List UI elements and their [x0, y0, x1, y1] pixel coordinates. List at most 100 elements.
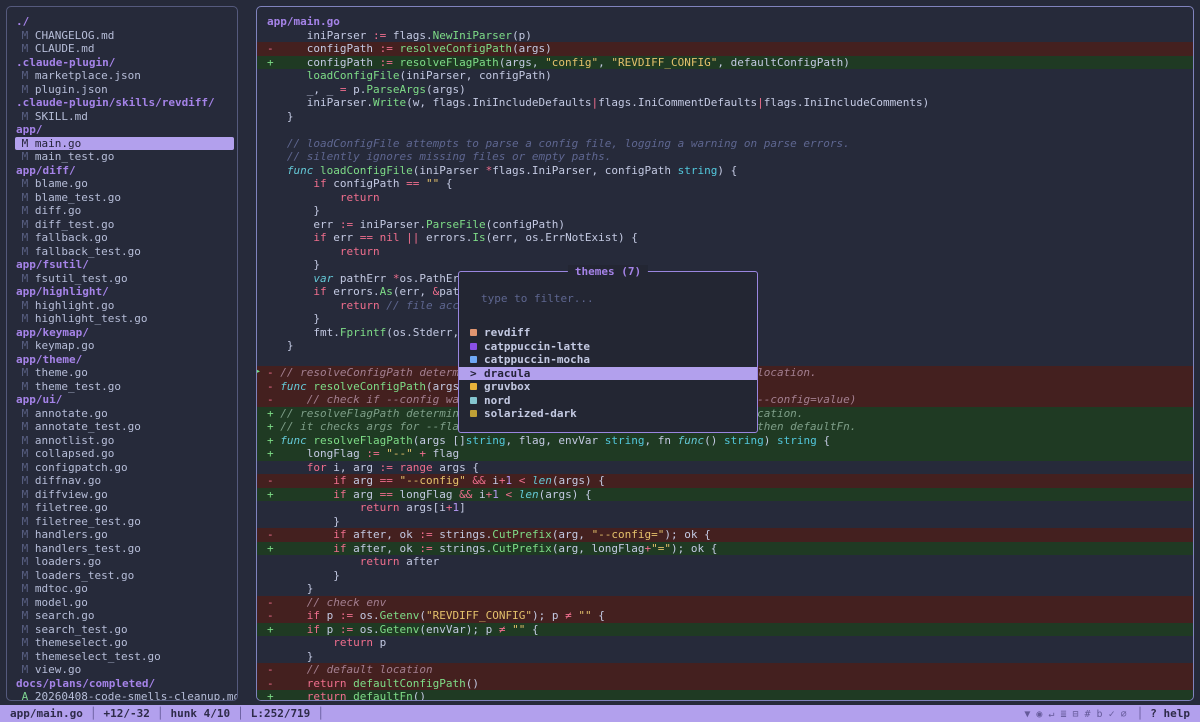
file-tree-item[interactable]: M handlers_test.go — [15, 542, 234, 556]
file-tree-item[interactable]: M SKILL.md — [15, 110, 234, 124]
theme-color-swatch — [470, 329, 477, 336]
file-tree-item[interactable]: M fallback.go — [15, 231, 234, 245]
file-tree-item[interactable]: M diffview.go — [15, 488, 234, 502]
code-line: func loadConfigFile(iniParser *flags.Ini… — [257, 164, 1193, 178]
theme-option[interactable]: revdiff — [459, 326, 757, 340]
file-tree-dir-label[interactable]: .claude-plugin/ — [15, 56, 234, 70]
code-line: return — [257, 191, 1193, 205]
statusbar-separator: │ — [150, 707, 171, 720]
file-tree-item[interactable]: M keymap.go — [15, 339, 234, 353]
file-tree-item[interactable]: M fsutil_test.go — [15, 272, 234, 286]
file-status-badge: M — [15, 582, 35, 595]
file-tree-item[interactable]: M annotate_test.go — [15, 420, 234, 434]
theme-filter-input[interactable]: type to filter... — [481, 292, 594, 306]
file-status-badge: M — [15, 29, 35, 42]
file-tree-item[interactable]: M filetree_test.go — [15, 515, 234, 529]
file-tree-item[interactable]: M handlers.go — [15, 528, 234, 542]
file-tree-item[interactable]: A 20260408-code-smells-cleanup.md — [15, 690, 234, 701]
code-line: - configPath := resolveConfigPath(args) — [257, 42, 1193, 56]
theme-list: revdiffcatppuccin-lattecatppuccin-mocha>… — [459, 326, 757, 421]
file-name: highlight.go — [35, 299, 114, 312]
file-tree-dir-label[interactable]: app/ — [15, 123, 234, 137]
file-tree-item[interactable]: M blame.go — [15, 177, 234, 191]
file-tree-item[interactable]: M blame_test.go — [15, 191, 234, 205]
file-status-badge: M — [15, 474, 35, 487]
file-name: CLAUDE.md — [35, 42, 95, 55]
theme-name: gruvbox — [484, 380, 530, 394]
code-line: + if after, ok := strings.CutPrefix(arg,… — [257, 542, 1193, 556]
file-name: configpatch.go — [35, 461, 128, 474]
file-tree-item[interactable]: M diffnav.go — [15, 474, 234, 488]
file-tree-item[interactable]: M CLAUDE.md — [15, 42, 234, 56]
file-tree-dir-label[interactable]: app/fsutil/ — [15, 258, 234, 272]
statusbar-indicator-icon: ∅ — [1118, 709, 1130, 720]
file-tree-item[interactable]: M marketplace.json — [15, 69, 234, 83]
file-name: filetree.go — [35, 501, 108, 514]
code-line: - if after, ok := strings.CutPrefix(arg,… — [257, 528, 1193, 542]
file-tree-item[interactable]: M themeselect_test.go — [15, 650, 234, 664]
file-tree-item[interactable]: M view.go — [15, 663, 234, 677]
file-name: model.go — [35, 596, 88, 609]
file-status-badge: M — [15, 218, 35, 231]
file-tree-item[interactable]: M main_test.go — [15, 150, 234, 164]
file-tree-item[interactable]: M CHANGELOG.md — [15, 29, 234, 43]
file-status-badge: M — [15, 177, 35, 190]
file-tree-item[interactable]: M fallback_test.go — [15, 245, 234, 259]
file-status-badge: M — [15, 380, 35, 393]
theme-picker-dialog[interactable]: themes (7) type to filter... revdiffcatp… — [458, 271, 758, 433]
file-tree-dir-label[interactable]: docs/plans/completed/ — [15, 677, 234, 691]
theme-color-swatch — [470, 356, 477, 363]
file-tree-item[interactable]: M annotlist.go — [15, 434, 234, 448]
file-tree-dir-label[interactable]: ./ — [15, 15, 234, 29]
file-tree-item[interactable]: M theme_test.go — [15, 380, 234, 394]
file-tree-item[interactable]: M main.go — [15, 137, 234, 151]
file-tree-item[interactable]: M filetree.go — [15, 501, 234, 515]
theme-name: dracula — [484, 367, 530, 381]
file-tree-item[interactable]: M themeselect.go — [15, 636, 234, 650]
file-tree-item[interactable]: M collapsed.go — [15, 447, 234, 461]
file-tree-item[interactable]: M theme.go — [15, 366, 234, 380]
file-tree-dir-label[interactable]: app/diff/ — [15, 164, 234, 178]
code-line: - // check env — [257, 596, 1193, 610]
file-tree-item[interactable]: M model.go — [15, 596, 234, 610]
file-name: search.go — [35, 609, 95, 622]
file-tree-item[interactable]: M loaders_test.go — [15, 569, 234, 583]
theme-option[interactable]: catppuccin-mocha — [459, 353, 757, 367]
file-tree-item[interactable]: M highlight.go — [15, 299, 234, 313]
code-line: return p — [257, 636, 1193, 650]
file-name: annotlist.go — [35, 434, 114, 447]
file-tree-dir-label[interactable]: app/keymap/ — [15, 326, 234, 340]
theme-option[interactable]: solarized-dark — [459, 407, 757, 421]
file-tree-item[interactable]: M plugin.json — [15, 83, 234, 97]
file-name: CHANGELOG.md — [35, 29, 114, 42]
help-hint[interactable]: ? help — [1150, 707, 1190, 720]
theme-name: solarized-dark — [484, 407, 577, 421]
file-tree-item[interactable]: M diff.go — [15, 204, 234, 218]
statusbar-icons: ▼◉↵≣⊟#b✓∅ — [1021, 707, 1129, 720]
statusbar-line-position: L:252/719 — [251, 707, 311, 720]
theme-option[interactable]: gruvbox — [459, 380, 757, 394]
file-status-badge: M — [15, 110, 35, 123]
file-tree-panel[interactable]: ./ M CHANGELOG.md M CLAUDE.md.claude-plu… — [6, 6, 238, 701]
file-tree-dir-label[interactable]: app/highlight/ — [15, 285, 234, 299]
file-tree-item[interactable]: M search.go — [15, 609, 234, 623]
code-line — [257, 123, 1193, 137]
file-tree-item[interactable]: M annotate.go — [15, 407, 234, 421]
code-line: return args[i+1] — [257, 501, 1193, 515]
file-tree-item[interactable]: M diff_test.go — [15, 218, 234, 232]
file-tree-dir-label[interactable]: .claude-plugin/skills/revdiff/ — [15, 96, 234, 110]
file-tree-dir-label[interactable]: app/theme/ — [15, 353, 234, 367]
file-name: filetree_test.go — [35, 515, 141, 528]
code-line: - if p := os.Getenv("REVDIFF_CONFIG"); p… — [257, 609, 1193, 623]
file-tree-item[interactable]: M configpatch.go — [15, 461, 234, 475]
theme-option[interactable]: >dracula — [459, 367, 757, 381]
diff-panel[interactable]: app/main.go iniParser := flags.NewIniPar… — [256, 6, 1194, 701]
file-tree-item[interactable]: M mdtoc.go — [15, 582, 234, 596]
file-tree-item[interactable]: M search_test.go — [15, 623, 234, 637]
file-tree-item[interactable]: M loaders.go — [15, 555, 234, 569]
file-tree-dir-label[interactable]: app/ui/ — [15, 393, 234, 407]
file-status-badge: M — [15, 204, 35, 217]
theme-option[interactable]: catppuccin-latte — [459, 340, 757, 354]
file-tree-item[interactable]: M highlight_test.go — [15, 312, 234, 326]
theme-option[interactable]: nord — [459, 394, 757, 408]
